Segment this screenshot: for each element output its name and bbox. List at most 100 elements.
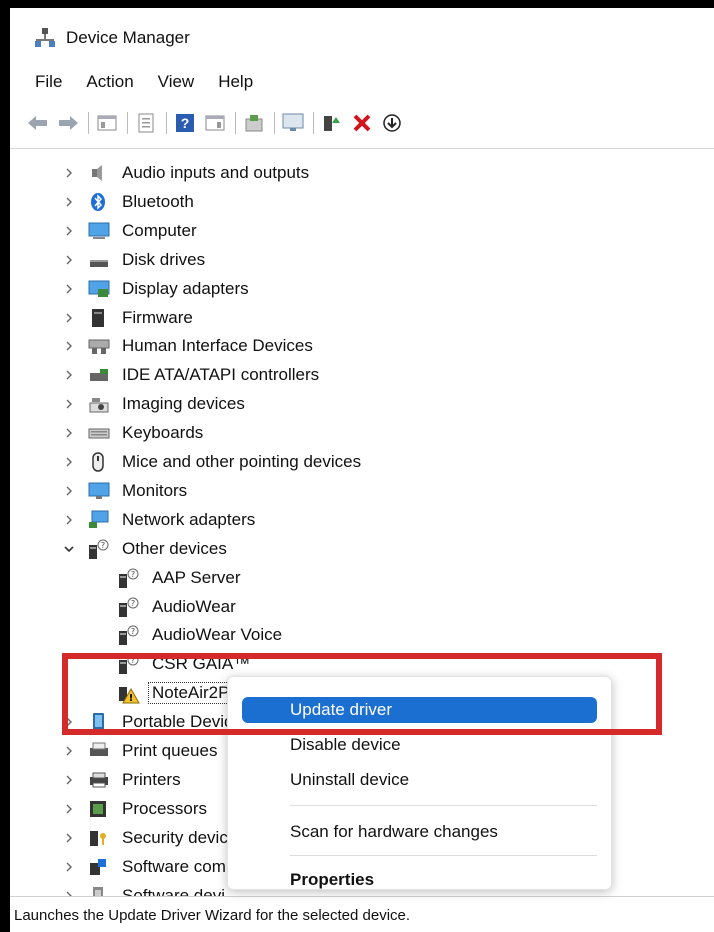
unknown-device-icon: ? [118,625,139,646]
properties-icon[interactable] [134,111,158,135]
display-adapter-icon [88,279,110,299]
disk-icon [88,250,108,270]
chevron-right-icon[interactable] [62,484,76,498]
chevron-right-icon[interactable] [62,282,76,296]
status-text: Launches the Update Driver Wizard for th… [14,906,411,924]
tree-item-label: Display adapters [122,278,249,298]
menu-file[interactable]: File [10,72,74,92]
tree-item-label: Network adapters [122,509,256,529]
menu-help[interactable]: Help [206,72,265,92]
toolbar-separator [274,112,275,134]
chevron-right-icon[interactable] [62,831,76,845]
hid-icon [88,336,110,356]
speaker-icon [88,163,108,183]
tree-item-label: Printers [122,769,181,789]
tree-item-label: Disk drives [122,249,206,269]
software-device-icon [88,886,108,896]
toolbar-separator [127,112,128,134]
device-manager-app-icon [34,27,56,49]
tree-item-label: Print queues [122,741,218,760]
tree-child-item[interactable]: ? AAP Server [10,564,714,592]
tree-category-item[interactable]: Mice and other pointing devices [10,448,714,476]
update-driver-icon[interactable] [242,111,266,135]
printer-icon [88,770,108,790]
chevron-right-icon[interactable] [62,339,76,353]
tree-category-item[interactable]: Bluetooth [10,188,714,216]
context-separator [290,805,597,806]
unknown-device-icon: ? [118,654,139,675]
help-icon[interactable]: ? [173,111,197,135]
forward-icon[interactable] [56,111,80,135]
tree-category-item[interactable]: Human Interface Devices [10,332,714,360]
chevron-right-icon[interactable] [62,802,76,816]
unknown-device-icon: ? [118,597,139,617]
context-scan-hardware[interactable]: Scan for hardware changes [242,819,597,845]
chevron-right-icon[interactable] [62,426,76,440]
portable-device-icon [88,712,108,732]
enable-device-icon[interactable] [320,111,344,135]
tree-item-label: AudioWear [152,596,236,616]
chevron-right-icon[interactable] [62,253,76,267]
status-bar: Launches the Update Driver Wizard for th… [10,896,714,932]
chevron-right-icon[interactable] [62,166,76,180]
menu-view[interactable]: View [146,72,207,92]
context-uninstall-device[interactable]: Uninstall device [242,767,597,793]
tree-category-item[interactable]: Monitors [10,477,714,505]
toolbar-separator [166,112,167,134]
toolbar-separator [313,112,314,134]
chevron-right-icon[interactable] [62,860,76,874]
chevron-right-icon[interactable] [62,455,76,469]
chevron-right-icon[interactable] [62,311,76,325]
tree-item-label: AAP Server [152,567,241,587]
chevron-right-icon[interactable] [62,744,76,758]
firmware-icon [88,308,108,328]
tree-item-label: Other devices [122,538,227,558]
chevron-right-icon[interactable] [62,397,76,411]
svg-text:?: ? [131,627,135,636]
back-icon[interactable] [26,111,50,135]
monitor-icon[interactable] [281,111,305,135]
tree-category-item[interactable]: Keyboards [10,419,714,447]
tree-category-item[interactable]: Firmware [10,304,714,332]
context-properties[interactable]: Properties [242,867,597,893]
chevron-right-icon[interactable] [62,224,76,238]
tree-category-item[interactable]: Imaging devices [10,390,714,418]
tree-category-item[interactable]: ? Other devices [10,535,714,563]
tree-child-item[interactable]: ? CSR GAIA™ [10,650,714,678]
resources-icon[interactable] [203,111,227,135]
tree-item-label: IDE ATA/ATAPI controllers [122,365,320,385]
software-component-icon [88,857,108,877]
computer-icon [88,221,110,241]
tree-category-item[interactable]: Audio inputs and outputs [10,159,714,187]
tree-item-label: Imaging devices [122,394,245,414]
chevron-down-icon[interactable] [62,542,76,556]
svg-text:?: ? [181,115,190,131]
tree-item-label: Security devic [122,827,228,847]
chevron-right-icon[interactable] [62,195,76,209]
tree-child-item[interactable]: ? AudioWear [10,593,714,621]
context-update-driver[interactable]: Update driver [242,697,597,723]
chevron-right-icon[interactable] [62,368,76,382]
toolbar-separator [88,112,89,134]
tree-category-item[interactable]: IDE ATA/ATAPI controllers [10,361,714,389]
context-disable-device[interactable]: Disable device [242,732,597,758]
keyboard-icon [88,423,110,443]
tree-category-item[interactable]: Display adapters [10,275,714,303]
chevron-right-icon[interactable] [62,773,76,787]
menu-action[interactable]: Action [74,72,145,92]
svg-text:?: ? [131,570,135,579]
tree-item-label: Software devi [122,885,225,897]
context-menu: Update driver Disable device Uninstall d… [227,676,612,890]
chevron-right-icon[interactable] [62,513,76,527]
tree-category-item[interactable]: Network adapters [10,506,714,534]
chevron-right-icon[interactable] [62,889,76,896]
show-hide-tree-icon[interactable] [95,111,119,135]
toolbar-separator [235,112,236,134]
tree-child-item[interactable]: ? AudioWear Voice [10,621,714,649]
uninstall-icon[interactable] [350,111,374,135]
tree-category-item[interactable]: Disk drives [10,246,714,274]
download-icon[interactable] [380,111,404,135]
tree-category-item[interactable]: Computer [10,217,714,245]
tree-item-label: Software com [122,856,226,876]
chevron-right-icon[interactable] [62,715,76,729]
